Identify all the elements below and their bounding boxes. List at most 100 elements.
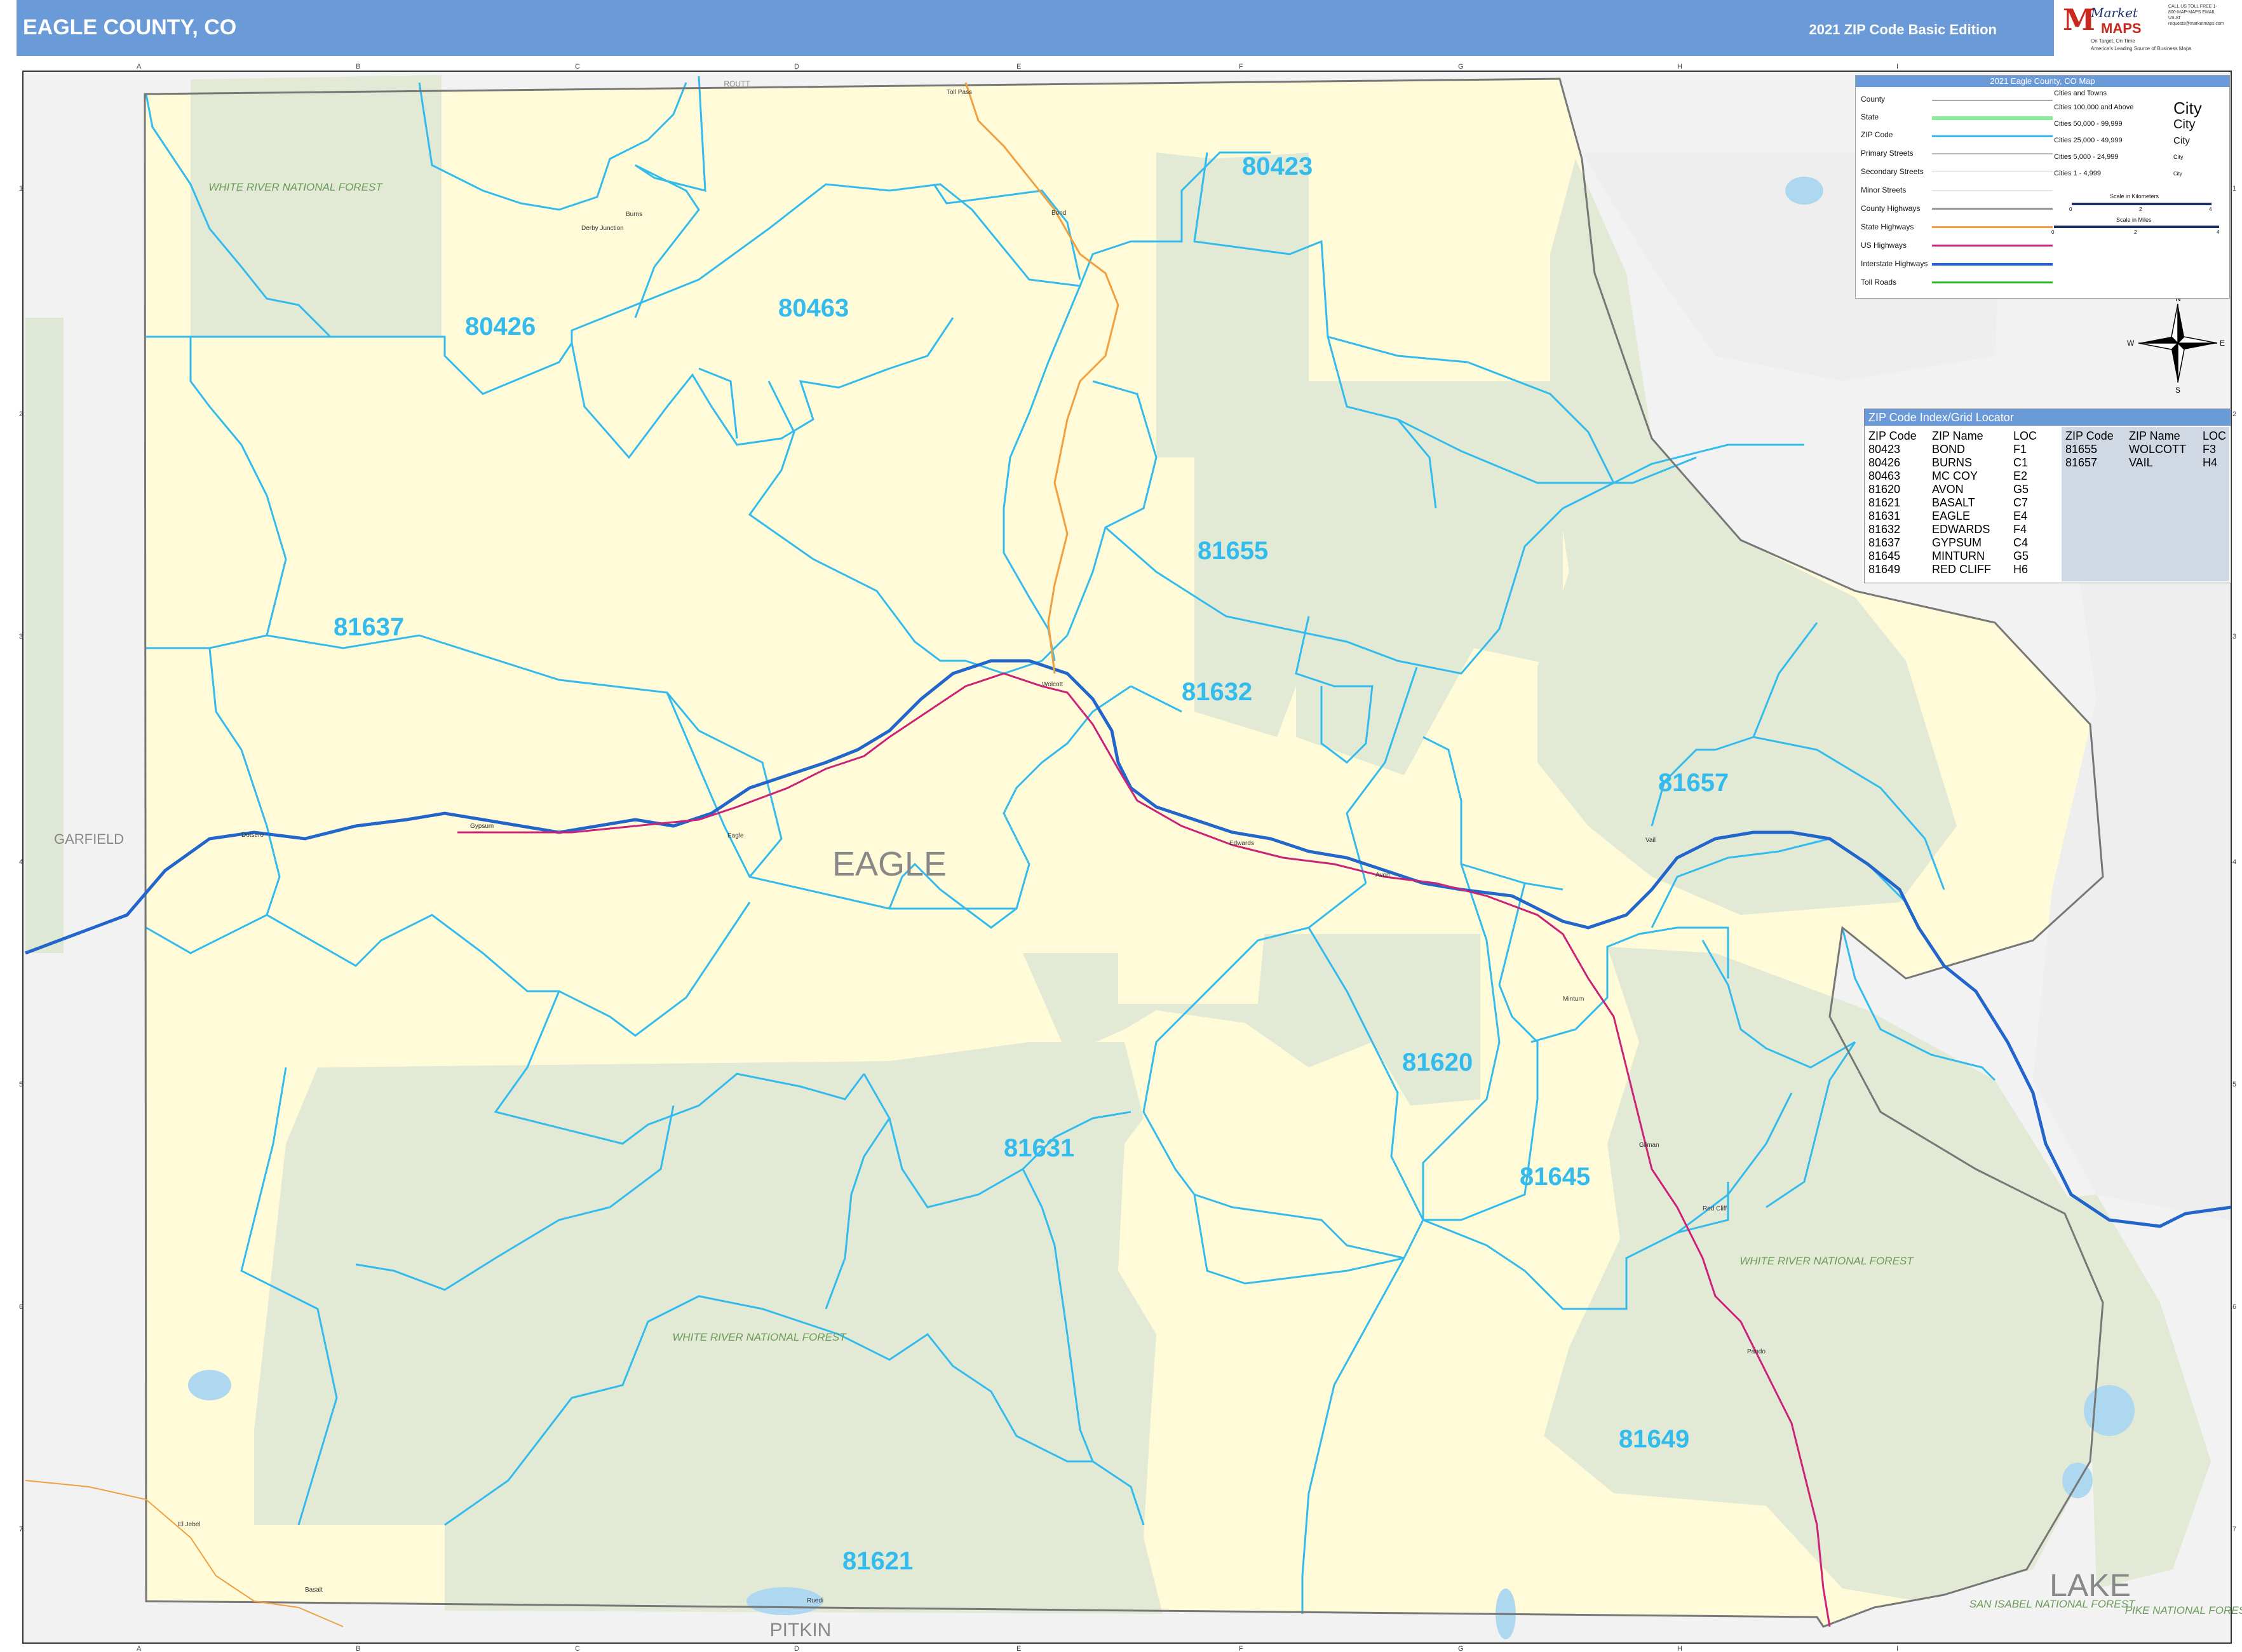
legend-scale-km-4: 4 [2209,207,2212,212]
legend-sym-toll [1932,281,2053,283]
svg-text:C: C [575,63,580,71]
svg-text:E: E [1016,1645,1021,1652]
svg-text:2: 2 [19,410,23,418]
svg-text:B: B [356,63,360,71]
svg-text:6: 6 [2232,1303,2236,1311]
town-el-jebel: El Jebel [178,1521,201,1528]
zip-index-cell: G5 [2013,483,2029,496]
svg-text:A: A [137,63,142,71]
svg-text:G: G [1458,1645,1464,1652]
zip-index-cell: C7 [2013,496,2029,509]
zip-index-cell: E4 [2013,510,2028,522]
zip-index-cell: 81632 [1868,523,1901,536]
svg-text:4: 4 [2232,858,2236,866]
forest-label-se: WHITE RIVER NATIONAL FOREST [1739,1255,1914,1267]
svg-text:H: H [1677,1645,1682,1652]
zip-label-81621: 81621 [842,1547,913,1575]
zip-index-col-name-left: ZIP Name BOND BURNS MC COY AVON BASALT E… [1932,430,1991,576]
zip-index-cell: H4 [2203,456,2218,469]
svg-text:C: C [575,1645,580,1652]
svg-text:3: 3 [19,633,23,640]
legend-scale-km-0: 0 [2069,207,2072,212]
forest-label-nw: WHITE RIVER NATIONAL FOREST [208,181,383,193]
county-label-pitkin: PITKIN [770,1620,832,1641]
zip-label-81631: 81631 [1004,1134,1074,1162]
zip-index-col-loc-right: LOC F3 H4 [2203,430,2226,470]
legend-sym-state-hwy [1932,226,2053,228]
svg-text:2: 2 [2232,410,2236,418]
town-vail: Vail [1645,837,1656,844]
town-avon: Avon [1375,872,1390,879]
legend-sym-minor [1932,190,2053,191]
zip-index-cell: EDWARDS [1932,523,1990,536]
town-toll-pass: Toll Pass [947,89,972,96]
zip-index-cell: F1 [2013,443,2027,456]
forest-label-s: WHITE RIVER NATIONAL FOREST [672,1331,847,1343]
zip-index-header-loc: LOC [2013,430,2037,442]
zip-index-cell: 81637 [1868,536,1901,549]
town-dotsero: Dotsero [241,832,264,839]
zip-index-cell: 80426 [1868,456,1901,469]
legend-scale-mi-2: 2 [2134,229,2137,235]
legend-city-size-5: Cities 1 - 4,999 [2054,170,2101,177]
legend-sym-interstate [1932,263,2053,266]
svg-text:I: I [1896,63,1898,71]
zip-index-cell: H6 [2013,563,2029,576]
compass-s: S [2175,386,2180,395]
zip-index-cell: GYPSUM [1932,536,1982,549]
zip-index-title: ZIP Code Index/Grid Locator [1865,409,2231,426]
legend-cities-header: Cities and Towns [2054,90,2107,97]
zip-label-80463: 80463 [778,294,849,322]
svg-text:F: F [1239,1645,1243,1652]
zip-index-cell: 81631 [1868,510,1901,522]
zip-index-col-zip-left: ZIP Code 80423 80426 80463 81620 81621 8… [1868,430,1917,576]
svg-text:D: D [794,63,799,71]
zip-index-header-loc: LOC [2203,430,2227,442]
svg-text:H: H [1677,63,1682,71]
legend-item-county-hwy: County Highways [1861,204,1921,213]
town-derby-junction: Derby Junction [581,225,624,232]
legend-city-sample-5: City [2173,171,2182,177]
zip-index-header-zip: ZIP Code [2065,430,2114,442]
legend-city-size-1: Cities 100,000 and Above [2054,104,2134,111]
zip-index-cell: 81657 [2065,456,2098,469]
zip-index-col-loc-left: LOC F1 C1 E2 G5 C7 E4 F4 C4 G5 H6 [2013,430,2037,576]
zip-index-cell: EAGLE [1932,510,1971,522]
forest-label-pike: PIKE NATIONAL FOREST [2125,1604,2242,1616]
zip-index-header-name: ZIP Name [1932,430,1983,442]
zip-index-cell: MINTURN [1932,550,1985,562]
town-ruedi: Ruedi [807,1597,823,1604]
zip-index-cell: AVON [1932,483,1964,496]
svg-text:7: 7 [2232,1526,2236,1533]
zip-label-81655: 81655 [1198,537,1268,565]
town-pando: Pando [1747,1348,1766,1355]
town-bond: Bond [1051,210,1066,217]
zip-index-cell: G5 [2013,550,2029,562]
neighbor-forest-west [25,318,64,953]
legend-sym-county-hwy [1932,208,2053,210]
town-minturn: Minturn [1563,996,1584,1003]
zip-label-80426: 80426 [465,313,536,341]
legend-item-interstate: Interstate Highways [1861,259,1928,268]
zip-index-cell: BOND [1932,443,1966,456]
svg-text:A: A [137,1645,142,1652]
legend-city-sample-2: City [2173,118,2196,132]
zip-label-81649: 81649 [1619,1425,1689,1453]
legend-scale-km-2: 2 [2139,207,2142,212]
zip-index-cell: 81620 [1868,483,1901,496]
zip-label-81637: 81637 [334,613,404,641]
legend-item-state-hwy: State Highways [1861,222,1914,231]
zip-index-cell: 81649 [1868,563,1901,576]
zip-code-index: ZIP Code Index/Grid Locator ZIP Code 804… [1864,409,2231,583]
zip-index-cell: RED CLIFF [1932,563,1992,576]
legend-item-minor: Minor Streets [1861,186,1907,194]
zip-index-header-zip: ZIP Code [1868,430,1917,442]
legend-scale-km-label: Scale in Kilometers [2110,193,2159,200]
legend-city-size-3: Cities 25,000 - 49,999 [2054,137,2123,144]
zip-index-cell: E2 [2013,470,2028,482]
town-gilman: Gilman [1639,1142,1659,1149]
legend-scale-mi-bar [2054,226,2219,228]
svg-text:1: 1 [2232,185,2236,193]
svg-text:G: G [1458,63,1464,71]
svg-text:6: 6 [19,1303,23,1311]
